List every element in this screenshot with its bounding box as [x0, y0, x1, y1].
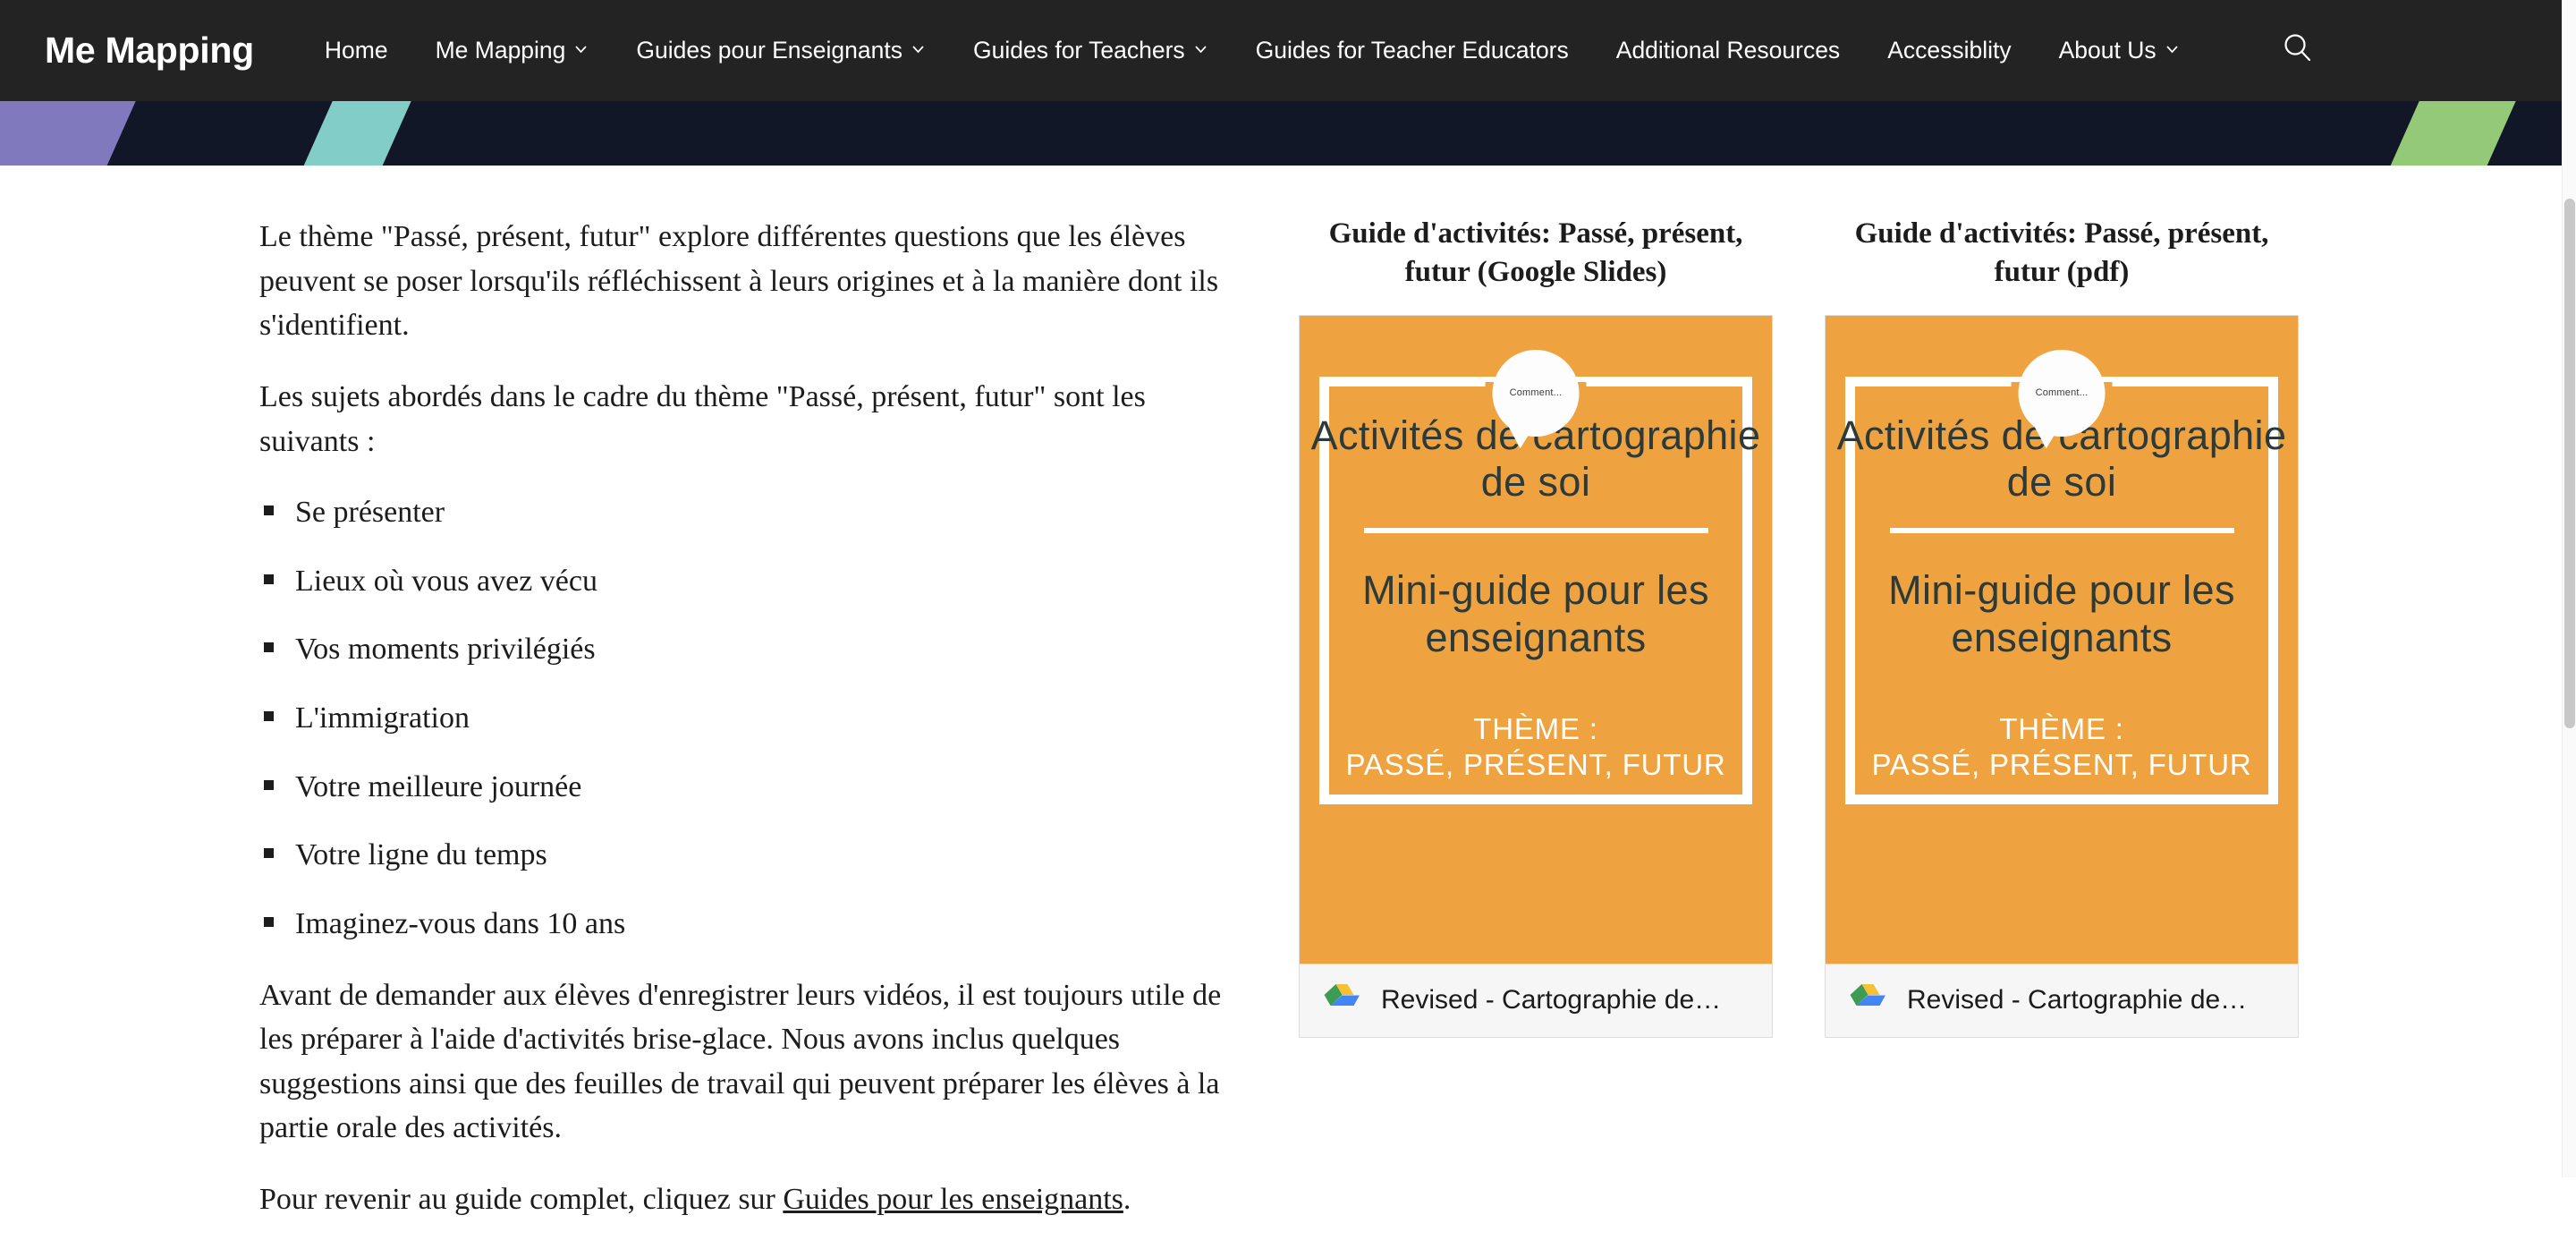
- cover-divider: [1889, 528, 2234, 534]
- chevron-down-icon: [911, 41, 926, 56]
- nav-item-accessiblity[interactable]: Accessiblity: [1887, 37, 2011, 64]
- list-item: Se présenter: [259, 490, 1239, 535]
- topic-list: Se présenter Lieux où vous avez vécu Vos…: [259, 490, 1239, 946]
- cover-text-block: Activités de cartographie de soi Mini-gu…: [1826, 412, 2298, 783]
- nav-item-guides-pour-enseignants[interactable]: Guides pour Enseignants: [636, 37, 926, 64]
- banner-stripe-purple: [0, 101, 160, 166]
- cover-text-block: Activités de cartographie de soi Mini-gu…: [1300, 412, 1772, 783]
- card-footer[interactable]: Revised - Cartographie de…: [1826, 963, 2298, 1037]
- nav-item-guides-for-teachers[interactable]: Guides for Teachers: [973, 37, 1208, 64]
- cover-divider: [1363, 528, 1708, 534]
- card-filename: Revised - Cartographie de…: [1381, 985, 1722, 1015]
- nav-item-home[interactable]: Home: [325, 37, 388, 64]
- list-item: Votre ligne du temps: [259, 833, 1239, 878]
- scrollbar-thumb[interactable]: [2564, 199, 2575, 728]
- nav-item-label: About Us: [2058, 37, 2157, 64]
- card-filename: Revised - Cartographie de…: [1907, 985, 2248, 1015]
- google-drive-icon: [1850, 982, 1885, 1019]
- card-title: Guide d'activités: Passé, présent, futur…: [1328, 217, 1743, 288]
- nav-item-guides-for-teacher-educators[interactable]: Guides for Teacher Educators: [1256, 37, 1569, 64]
- closing-suffix-text: .: [1123, 1183, 1131, 1216]
- speech-bubble-text: Comment...: [1509, 387, 1563, 399]
- resource-card-group: Guide d'activités: Passé, présent, futur…: [1299, 166, 2299, 1038]
- guides-pour-les-enseignants-link[interactable]: Guides pour les enseignants: [783, 1183, 1123, 1216]
- article-paragraph-3: Avant de demander aux élèves d'enregistr…: [259, 978, 1222, 1145]
- nav-item-label: Guides for Teacher Educators: [1255, 37, 1569, 64]
- page-content: Le thème "Passé, présent, futur" explore…: [0, 166, 2562, 1216]
- search-icon: [2280, 30, 2316, 71]
- list-item: Lieux où vous avez vécu: [259, 559, 1239, 604]
- speech-bubble-icon: Comment...: [2018, 349, 2106, 437]
- nav-item-label: Me Mapping: [435, 37, 566, 64]
- cover-theme-line-1: THÈME :: [1473, 712, 1598, 746]
- cover-subhead: Mini-guide pour les enseignants: [1888, 567, 2235, 660]
- cover-theme: THÈME : PASSÉ, PRÉSENT, FUTUR: [1826, 711, 2298, 782]
- site-logo[interactable]: Me Mapping: [45, 30, 254, 72]
- site-header: Me Mapping Home Me Mapping Guides pour E…: [0, 0, 2562, 101]
- chevron-down-icon: [573, 41, 589, 56]
- closing-prefix-text: Pour revenir au guide complet, cliquez s…: [259, 1183, 784, 1216]
- banner-stripe-green: [2347, 101, 2540, 166]
- cover-theme-line-2: PASSÉ, PRÉSENT, FUTUR: [1345, 747, 1726, 781]
- speech-bubble-text: Comment...: [2035, 387, 2089, 399]
- card-cover-image: Comment... Activités de cartographie de …: [1300, 315, 1772, 964]
- chevron-down-icon: [1193, 41, 1208, 56]
- speech-bubble-icon: Comment...: [1492, 349, 1580, 437]
- resource-card-pdf: Guide d'activités: Passé, présent, futur…: [1825, 166, 2299, 1038]
- card-cover-image: Comment... Activités de cartographie de …: [1826, 315, 2298, 964]
- decorative-banner: [0, 101, 2562, 166]
- card-preview-frame[interactable]: Comment... Activités de cartographie de …: [1299, 314, 1773, 1038]
- nav-item-label: Guides pour Enseignants: [636, 37, 902, 64]
- banner-stripe-teal: [260, 101, 436, 166]
- nav-item-label: Guides for Teachers: [973, 37, 1185, 64]
- nav-item-label: Additional Resources: [1615, 37, 1841, 64]
- card-title: Guide d'activités: Passé, présent, futur…: [1854, 217, 2269, 288]
- card-footer[interactable]: Revised - Cartographie de…: [1300, 963, 1772, 1037]
- nav-item-label: Accessiblity: [1887, 37, 2012, 64]
- resource-card-google-slides: Guide d'activités: Passé, présent, futur…: [1299, 166, 1773, 1038]
- nav-item-label: Home: [324, 37, 388, 64]
- nav-item-additional-resources[interactable]: Additional Resources: [1616, 37, 1840, 64]
- list-item: Imaginez-vous dans 10 ans: [259, 902, 1239, 947]
- cover-theme-line-2: PASSÉ, PRÉSENT, FUTUR: [1871, 747, 2252, 781]
- primary-navigation: Home Me Mapping Guides pour Enseignants …: [325, 30, 2318, 72]
- article-body: Le thème "Passé, présent, futur" explore…: [259, 215, 1239, 1249]
- google-drive-icon: [1324, 982, 1360, 1019]
- card-preview-frame[interactable]: Comment... Activités de cartographie de …: [1825, 314, 2299, 1038]
- article-paragraph-2: Les sujets abordés dans le cadre du thèm…: [259, 379, 1146, 458]
- chevron-down-icon: [2165, 41, 2180, 56]
- nav-item-me-mapping[interactable]: Me Mapping: [436, 37, 589, 64]
- nav-item-about-us[interactable]: About Us: [2059, 37, 2180, 64]
- list-item: Votre meilleure journée: [259, 765, 1239, 810]
- list-item: Vos moments privilégiés: [259, 627, 1239, 672]
- list-item: L'immigration: [259, 696, 1239, 741]
- cover-subhead: Mini-guide pour les enseignants: [1362, 567, 1709, 660]
- vertical-scrollbar[interactable]: [2562, 0, 2576, 1177]
- article-paragraph-1: Le thème "Passé, présent, futur" explore…: [259, 220, 1219, 343]
- search-button[interactable]: [2277, 30, 2318, 72]
- cover-theme: THÈME : PASSÉ, PRÉSENT, FUTUR: [1300, 711, 1772, 782]
- article-closing-paragraph: Pour revenir au guide complet, cliquez s…: [259, 1177, 1239, 1222]
- cover-theme-line-1: THÈME :: [1999, 712, 2124, 746]
